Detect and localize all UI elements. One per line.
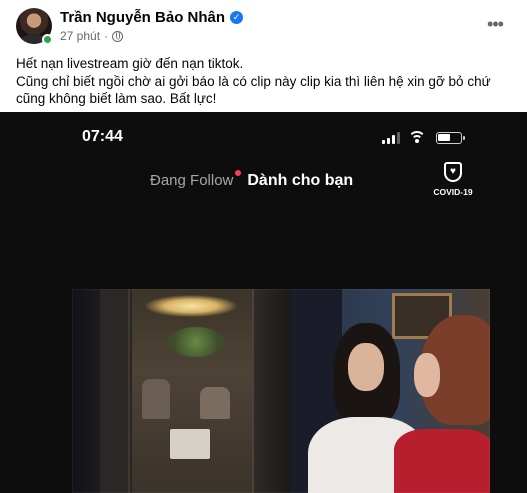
battery-icon [436,132,465,144]
author-name[interactable]: Trần Nguyễn Bảo Nhân [60,9,225,26]
notification-dot [235,170,242,176]
covid-label: COVID-19 [433,187,473,197]
wifi-icon [408,130,426,144]
online-status-dot [42,34,53,45]
covid-shield-icon [444,162,462,182]
facebook-post: Trần Nguyễn Bảo Nhân ✓ 27 phút · ••• Hết… [0,0,527,493]
more-options-button[interactable]: ••• [479,10,511,38]
tiktok-feed-tabs: Đang Follow Dành cho bạn [150,170,354,190]
post-meta: 27 phút · [60,29,124,43]
post-media-screenshot[interactable]: 07:44 Đang Follow Dành cho bạn COVID-19 [0,112,527,493]
video-border [72,289,490,493]
post-text-line: Cũng chỉ biết ngồi chờ ai gởi báo là có … [16,73,491,89]
meta-separator: · [104,29,109,43]
post-header: Trần Nguyễn Bảo Nhân ✓ 27 phút · ••• [16,8,511,48]
tab-for-you: Dành cho bạn [247,172,354,189]
post-text-line: cũng không biết làm sao. Bất lực! [16,91,217,106]
post-timestamp[interactable]: 27 phút [60,29,100,43]
post-text: Hết nạn livestream giờ đến nạn tiktok. C… [16,55,511,108]
post-text-line: Hết nạn livestream giờ đến nạn tiktok. [16,56,244,71]
video-frame [72,289,490,493]
tab-following-label: Đang Follow [150,172,234,189]
globe-icon[interactable] [112,30,124,42]
cellular-signal-icon [382,132,400,144]
phone-status-time: 07:44 [82,128,123,145]
covid-info-button: COVID-19 [428,162,478,197]
author-name-row: Trần Nguyễn Bảo Nhân ✓ [60,9,244,26]
verified-badge-icon: ✓ [230,11,244,24]
tab-following: Đang Follow [150,170,242,189]
